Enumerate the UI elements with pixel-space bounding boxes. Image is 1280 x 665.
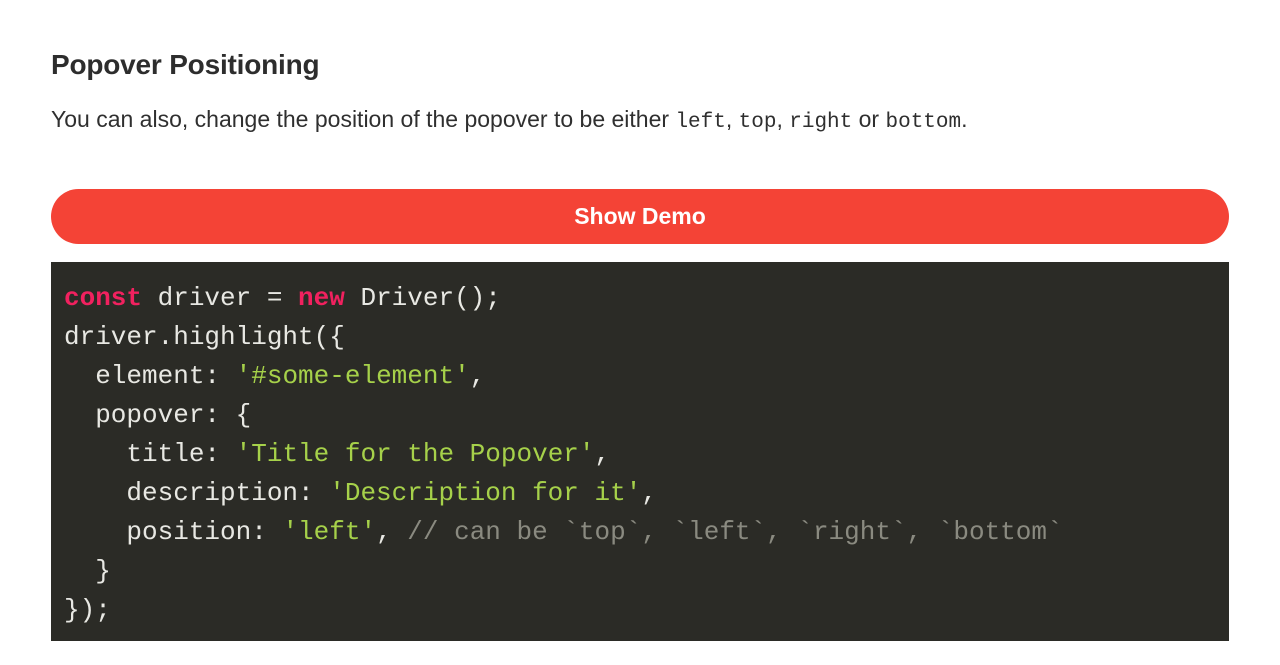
description-sep-1: , <box>725 106 739 132</box>
description-sep-3: or <box>852 106 886 132</box>
inline-code-left: left <box>675 111 726 134</box>
code-line-3: element: '#some-element', <box>64 357 1229 396</box>
code-token-new: new <box>298 283 345 313</box>
code-line-2: driver.highlight({ <box>64 318 1229 357</box>
description-text-lead: You can also, change the position of the… <box>51 106 676 132</box>
code-token-position-key: position: <box>64 517 283 547</box>
inline-code-right: right <box>789 111 853 134</box>
code-line-8: } <box>64 552 1229 591</box>
code-token-element-key: element: <box>64 361 236 391</box>
code-token-driver-assign: driver = <box>142 283 299 313</box>
code-token-driver-ctor: Driver(); <box>344 283 501 313</box>
code-token-element-comma: , <box>469 361 486 391</box>
code-snippet: const driver = new Driver(); driver.highl… <box>64 279 1229 630</box>
code-snippet-block: const driver = new Driver(); driver.highl… <box>51 262 1229 641</box>
code-token-const: const <box>64 283 143 313</box>
code-line-5: title: 'Title for the Popover', <box>64 435 1229 474</box>
code-token-title-comma: , <box>594 439 611 469</box>
code-token-position-value: 'left' <box>282 517 377 547</box>
inline-code-top: top <box>738 111 777 134</box>
code-token-title-value: 'Title for the Popover' <box>235 439 595 469</box>
description-text-tail: . <box>961 106 968 132</box>
code-token-position-comment: // can be `top`, `left`, `right`, `botto… <box>407 517 1063 547</box>
code-token-position-comma: , <box>376 517 408 547</box>
code-token-highlight-call: driver.highlight({ <box>64 322 345 352</box>
code-line-9: }); <box>64 591 1229 630</box>
code-line-4: popover: { <box>64 396 1229 435</box>
code-line-7: position: 'left', // can be `top`, `left… <box>64 513 1229 552</box>
code-token-description-value: 'Description for it' <box>329 478 642 508</box>
code-line-6: description: 'Description for it', <box>64 474 1229 513</box>
description-sep-2: , <box>776 106 790 132</box>
content-column: Popover Positioning You can also, change… <box>51 0 1229 641</box>
code-token-close-popover: } <box>64 556 111 586</box>
code-token-popover-key: popover: { <box>64 400 252 430</box>
code-token-title-key: title: <box>64 439 236 469</box>
page-root: Popover Positioning You can also, change… <box>0 0 1280 665</box>
inline-code-bottom: bottom <box>885 111 962 134</box>
code-token-description-key: description: <box>64 478 330 508</box>
section-description: You can also, change the position of the… <box>51 82 1229 138</box>
code-token-element-value: '#some-element' <box>235 361 470 391</box>
code-token-description-comma: , <box>641 478 657 508</box>
code-token-close-call: }); <box>64 595 111 625</box>
page-title: Popover Positioning <box>51 49 320 80</box>
show-demo-button[interactable]: Show Demo <box>51 189 1229 244</box>
code-line-1: const driver = new Driver(); <box>64 279 1229 318</box>
